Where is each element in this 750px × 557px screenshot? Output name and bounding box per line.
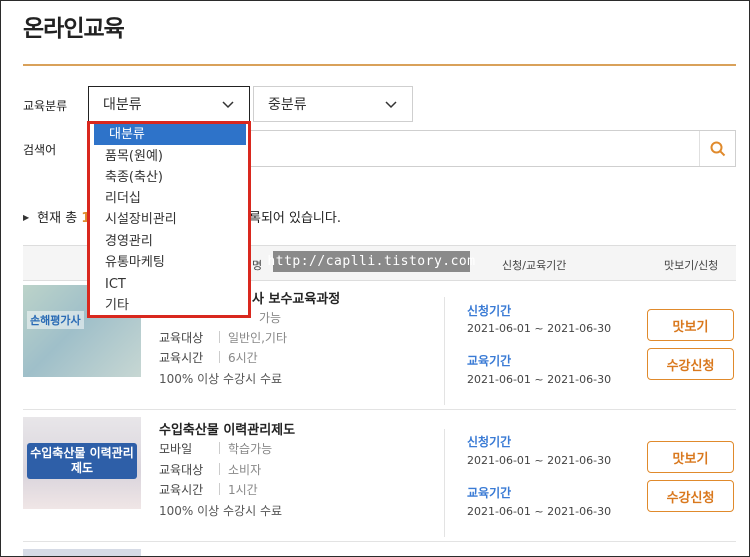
meta-key: 모바일 bbox=[159, 442, 193, 456]
thumbnail-text: 수입축산물 이력관리제도 bbox=[27, 443, 137, 479]
minor-category-select[interactable]: 중분류 bbox=[253, 86, 413, 122]
major-category-dropdown: 대분류 품목(원예) 축종(축산) 리더십 시설장비관리 경영관리 유통마케팅 … bbox=[87, 121, 251, 318]
watermark: http://caplli.tistory.com bbox=[267, 251, 475, 272]
major-category-value: 대분류 bbox=[103, 97, 142, 113]
meta-key: 교육대상 bbox=[159, 331, 204, 345]
row-divider bbox=[23, 541, 736, 542]
dropdown-option[interactable]: 축종(축산) bbox=[90, 167, 248, 188]
course-title[interactable]: 사 보수교육과정 bbox=[252, 288, 340, 307]
chevron-down-icon bbox=[222, 101, 234, 109]
edu-period-label: 교육기간 bbox=[467, 486, 512, 500]
edu-period-label: 교육기간 bbox=[467, 354, 512, 368]
dropdown-option[interactable]: 품목(원예) bbox=[90, 146, 248, 167]
enroll-button[interactable]: 수강신청 bbox=[647, 480, 734, 512]
meta-value: 일반인,기타 bbox=[228, 331, 288, 345]
minor-category-value: 중분류 bbox=[268, 97, 307, 113]
dropdown-option[interactable]: 기타 bbox=[90, 295, 248, 316]
thumbnail-text: 손해평가사 bbox=[27, 311, 84, 329]
apply-period-label: 신청기간 bbox=[467, 304, 512, 318]
apply-period-label: 신청기간 bbox=[467, 435, 512, 449]
edu-period-date: 2021-06-01 ~ 2021-06-30 bbox=[467, 373, 612, 386]
title-divider bbox=[23, 64, 736, 66]
dropdown-option[interactable]: 대분류 bbox=[94, 124, 246, 145]
page-frame: 온라인교육 교육분류 대분류 중분류 검색어 ▶ 현재 총 1 록되어 있습니다.… bbox=[0, 0, 750, 557]
completion-note: 100% 이상 수강시 수료 bbox=[159, 372, 283, 386]
page-title: 온라인교육 bbox=[23, 16, 125, 42]
column-divider bbox=[444, 297, 445, 405]
course-title[interactable]: 수입축산물 이력관리제도 bbox=[159, 419, 295, 438]
search-button[interactable] bbox=[699, 131, 735, 166]
meta-value: 6시간 bbox=[228, 351, 258, 365]
preview-button[interactable]: 맛보기 bbox=[647, 309, 734, 341]
apply-period-date: 2021-06-01 ~ 2021-06-30 bbox=[467, 322, 612, 335]
apply-period-date: 2021-06-01 ~ 2021-06-30 bbox=[467, 454, 612, 467]
edu-period-date: 2021-06-01 ~ 2021-06-30 bbox=[467, 505, 612, 518]
dropdown-option[interactable]: 시설장비관리 bbox=[90, 209, 248, 230]
column-divider bbox=[444, 429, 445, 537]
preview-button[interactable]: 맛보기 bbox=[647, 441, 734, 473]
chevron-down-icon bbox=[385, 101, 397, 109]
result-summary-tail: 록되어 있습니다. bbox=[249, 211, 341, 226]
meta-key: 교육시간 bbox=[159, 351, 204, 365]
meta-separator bbox=[219, 483, 220, 495]
meta-separator bbox=[219, 442, 220, 454]
meta-separator bbox=[219, 351, 220, 363]
triangle-bullet-icon: ▶ bbox=[23, 213, 30, 222]
course-thumbnail[interactable]: 수입축산물 이력관리제도 bbox=[23, 417, 141, 509]
header-actions: 맛보기/신청 bbox=[664, 259, 719, 272]
dropdown-option[interactable]: 리더십 bbox=[90, 188, 248, 209]
row-divider bbox=[23, 409, 736, 410]
search-label: 검색어 bbox=[23, 143, 57, 157]
enroll-button[interactable]: 수강신청 bbox=[647, 348, 734, 380]
result-summary: ▶ 현재 총 1 bbox=[23, 211, 91, 226]
meta-value: 학습가능 bbox=[228, 442, 273, 456]
header-title: 명 bbox=[252, 259, 263, 272]
category-label: 교육분류 bbox=[23, 99, 68, 113]
meta-value: 소비자 bbox=[228, 463, 262, 477]
search-icon bbox=[710, 141, 725, 156]
search-input[interactable] bbox=[250, 130, 736, 167]
meta-key: 교육시간 bbox=[159, 483, 204, 497]
header-period: 신청/교육기간 bbox=[502, 259, 567, 272]
course-thumbnail[interactable] bbox=[23, 549, 141, 556]
meta-separator bbox=[219, 463, 220, 475]
meta-key: 교육대상 bbox=[159, 463, 204, 477]
dropdown-option[interactable]: 유통마케팅 bbox=[90, 252, 248, 273]
meta-separator bbox=[219, 331, 220, 343]
meta-mobile-value: 가능 bbox=[259, 311, 282, 325]
dropdown-option[interactable]: ICT bbox=[90, 274, 248, 295]
major-category-select[interactable]: 대분류 bbox=[88, 86, 250, 122]
meta-value: 1시간 bbox=[228, 483, 258, 497]
completion-note: 100% 이상 수강시 수료 bbox=[159, 504, 283, 518]
dropdown-option[interactable]: 경영관리 bbox=[90, 231, 248, 252]
